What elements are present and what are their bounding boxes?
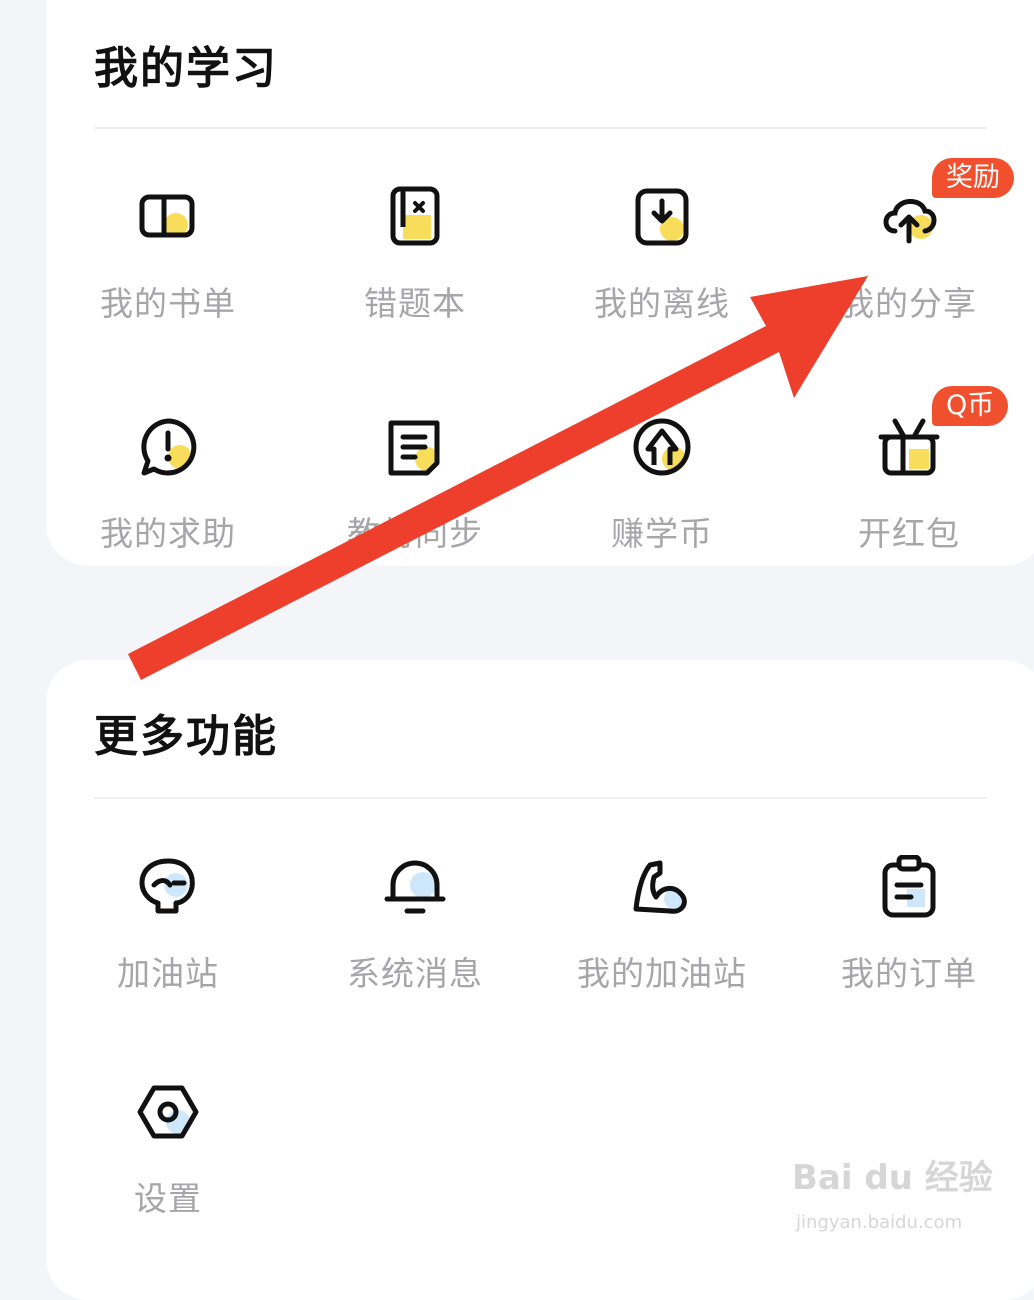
study-section-card: 我的学习 我的书单 错题本 我的离线 我的分享 奖励 我的求助 教材同步 赚学币… — [46, 0, 1034, 566]
offline-item[interactable]: 我的离线 — [562, 185, 762, 345]
item-label: 我的分享 — [841, 284, 977, 323]
divider — [94, 797, 987, 799]
item-label: 我的订单 — [841, 954, 977, 993]
face-icon — [139, 858, 195, 914]
settings-item[interactable]: 设置 — [68, 1080, 268, 1240]
item-label: 我的书单 — [100, 284, 236, 323]
my-gas-station-item[interactable]: 我的加油站 — [562, 855, 762, 1015]
system-message-item[interactable]: 系统消息 — [315, 855, 515, 1015]
qcoin-badge: Q币 — [932, 386, 1009, 426]
more-section-card: 更多功能 加油站 系统消息 我的加油站 我的订单 设置 — [46, 660, 1034, 1300]
more-section-title: 更多功能 — [94, 711, 278, 762]
clipboard-icon — [882, 855, 936, 918]
help-item[interactable]: 我的求助 — [68, 415, 268, 575]
item-label: 赚学币 — [611, 514, 713, 553]
divider — [94, 127, 987, 129]
gas-station-item[interactable]: 加油站 — [68, 855, 268, 1015]
item-label: 教材同步 — [347, 514, 483, 553]
mistake-notebook-icon — [390, 186, 440, 246]
item-label: 系统消息 — [347, 954, 483, 993]
book-list-item[interactable]: 我的书单 — [68, 185, 268, 345]
item-label: 我的求助 — [100, 514, 236, 553]
settings-icon — [137, 1085, 199, 1139]
item-label: 加油站 — [117, 954, 219, 993]
reward-badge: 奖励 — [932, 158, 1014, 198]
gift-icon — [878, 418, 940, 476]
study-section-title: 我的学习 — [94, 43, 278, 94]
item-label: 设置 — [134, 1179, 202, 1218]
bell-icon — [384, 860, 446, 914]
textbook-sync-item[interactable]: 教材同步 — [315, 415, 515, 575]
watermark-brand: Bai du 经验 — [792, 1158, 993, 1198]
red-packet-item[interactable]: 开红包 — [809, 415, 1009, 575]
earn-coin-item[interactable]: 赚学币 — [562, 415, 762, 575]
muscle-icon — [633, 860, 687, 914]
mistake-notebook-item[interactable]: 错题本 — [315, 185, 515, 345]
item-label: 我的离线 — [594, 284, 730, 323]
coin-up-icon — [633, 418, 691, 476]
watermark-url: jingyan.baidu.com — [796, 1212, 963, 1233]
item-label: 错题本 — [364, 284, 466, 323]
download-icon — [635, 188, 689, 246]
help-bubble-icon — [141, 418, 197, 476]
book-icon — [139, 194, 195, 238]
item-label: 我的加油站 — [577, 954, 747, 993]
share-item[interactable]: 我的分享 — [809, 185, 1009, 345]
my-orders-item[interactable]: 我的订单 — [809, 855, 1009, 1015]
textbook-sync-icon — [388, 420, 440, 476]
item-label: 开红包 — [858, 514, 960, 553]
